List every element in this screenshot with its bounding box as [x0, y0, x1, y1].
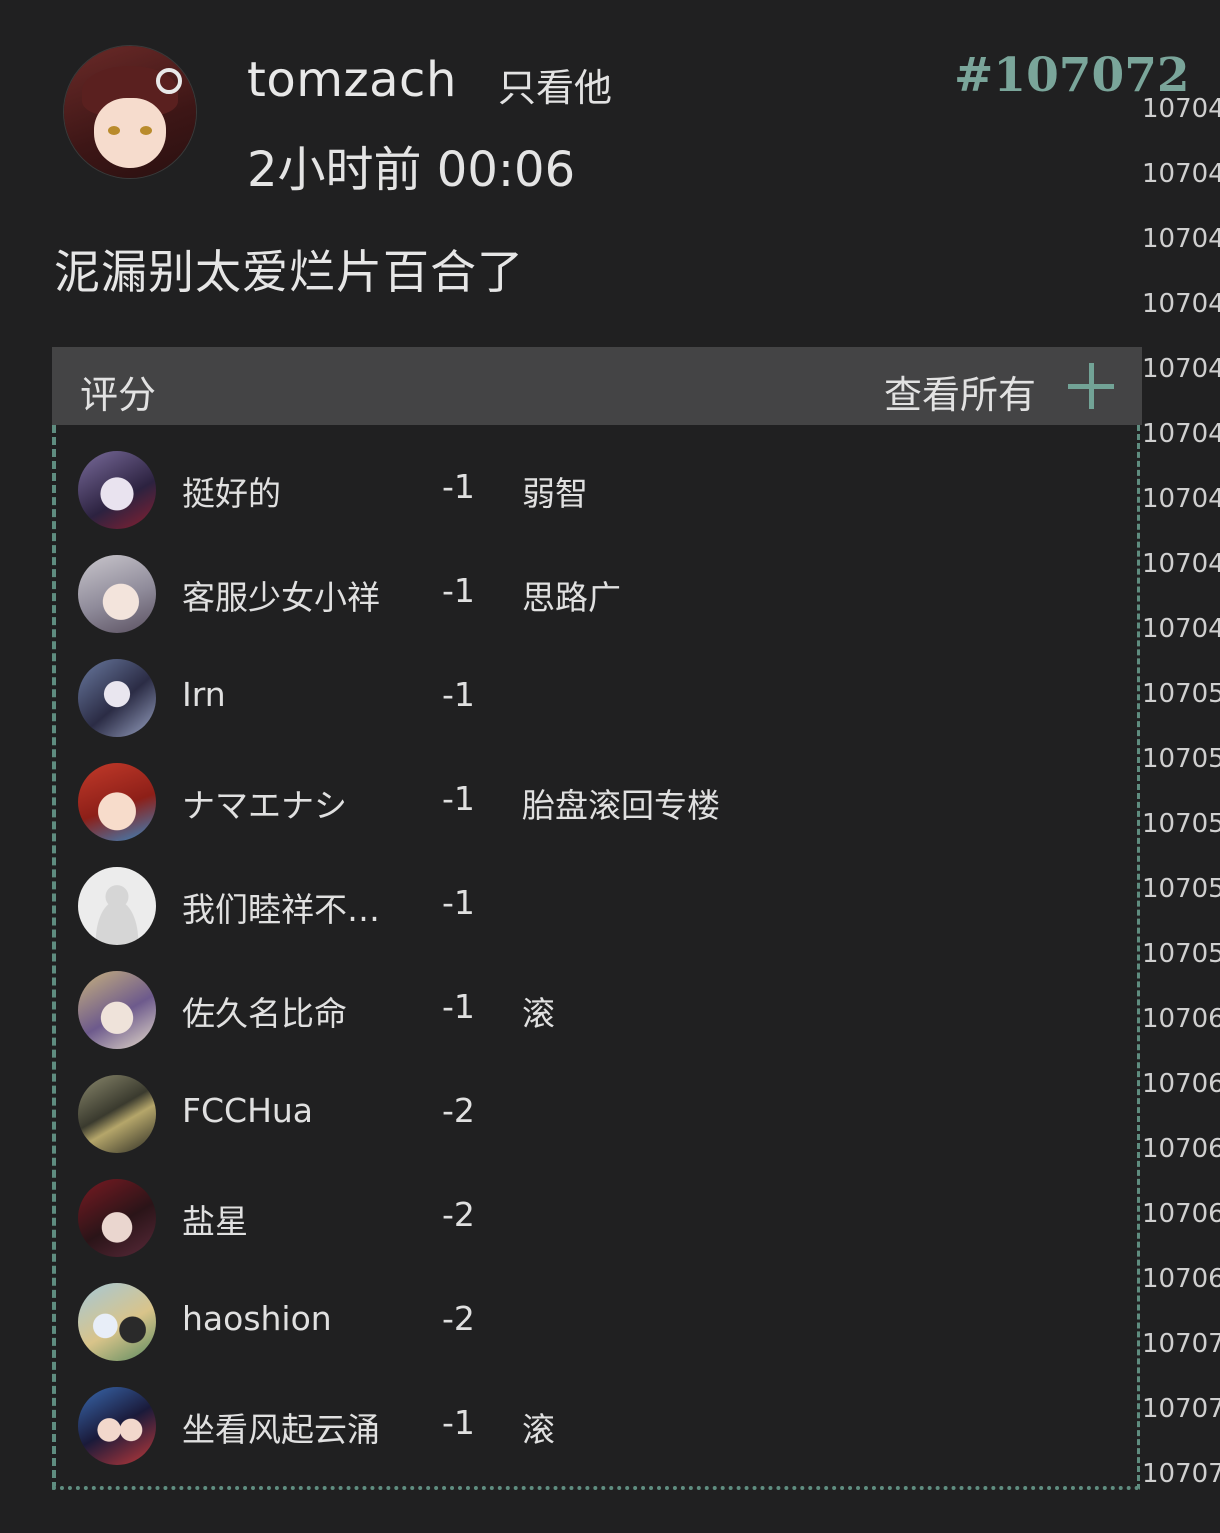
- rating-row: 挺好的 -1 弱智: [78, 451, 978, 531]
- rating-score: -1: [442, 467, 475, 506]
- floor-link[interactable]: 107041: [1142, 94, 1220, 124]
- rater-name[interactable]: FCCHua: [182, 1091, 313, 1130]
- rating-row: 我们睦祥不… -1: [78, 867, 978, 947]
- rater-name[interactable]: 佐久名比命: [182, 987, 347, 1035]
- rating-reason: 胎盘滚回专楼: [522, 786, 720, 825]
- view-all-ratings-link[interactable]: 查看所有: [884, 364, 1036, 419]
- rater-name[interactable]: ナマエナシ: [182, 779, 347, 827]
- rating-score: -1: [442, 675, 475, 714]
- floor-link[interactable]: 107072: [1142, 1394, 1220, 1424]
- author-name[interactable]: tomzach: [247, 52, 457, 108]
- floor-link[interactable]: 107066: [1142, 1199, 1220, 1229]
- floor-link[interactable]: 107043: [1142, 224, 1220, 254]
- floor-link[interactable]: 107045: [1142, 354, 1220, 384]
- rater-name[interactable]: 我们睦祥不…: [182, 883, 380, 931]
- rating-row: haoshion -2: [78, 1283, 978, 1363]
- rater-name[interactable]: haoshion: [182, 1299, 332, 1338]
- floor-index-list: 107041 107042 107043 107044 107045 107046 1070…: [1140, 0, 1220, 1533]
- rating-row: ナマエナシ -1 胎盘滚回专楼: [78, 763, 978, 843]
- rater-avatar[interactable]: [78, 1075, 156, 1153]
- rating-header: 评分 查看所有: [52, 347, 1142, 425]
- floor-link[interactable]: 107068: [1142, 1264, 1220, 1294]
- rater-avatar[interactable]: [78, 555, 156, 633]
- floor-link[interactable]: 107049: [1142, 614, 1220, 644]
- floor-link[interactable]: 107070: [1142, 1329, 1220, 1359]
- rating-score: -2: [442, 1299, 475, 1338]
- author-avatar[interactable]: [64, 46, 196, 178]
- rater-name[interactable]: 客服少女小祥: [182, 571, 380, 619]
- floor-link[interactable]: 107050: [1142, 679, 1220, 709]
- rater-name[interactable]: 挺好的: [182, 467, 281, 515]
- rating-reason: 思路广: [522, 578, 621, 617]
- rating-row: 盐星 -2: [78, 1179, 978, 1259]
- rater-avatar[interactable]: [78, 1387, 156, 1465]
- rating-score: -1: [442, 1403, 475, 1442]
- rating-row: 客服少女小祥 -1 思路广: [78, 555, 978, 635]
- rating-score: -1: [442, 779, 475, 818]
- rater-avatar[interactable]: [78, 1283, 156, 1361]
- rating-title: 评分: [80, 373, 157, 417]
- floor-link[interactable]: 107046: [1142, 419, 1220, 449]
- floor-link[interactable]: 107062: [1142, 1069, 1220, 1099]
- floor-link[interactable]: 107056: [1142, 874, 1220, 904]
- thread-page: tomzach 只看他 2小时前 00:06 #107072 泥漏别太爱烂片百合…: [0, 0, 1220, 1533]
- rating-row: Irn -1: [78, 659, 978, 739]
- rater-avatar[interactable]: [78, 763, 156, 841]
- floor-link[interactable]: 107044: [1142, 289, 1220, 319]
- rating-row: 佐久名比命 -1 滚: [78, 971, 978, 1051]
- floor-link[interactable]: 107064: [1142, 1134, 1220, 1164]
- rater-avatar[interactable]: [78, 659, 156, 737]
- floor-link[interactable]: 107048: [1142, 549, 1220, 579]
- rater-name[interactable]: Irn: [182, 675, 226, 714]
- rating-reason: 弱智: [522, 474, 588, 513]
- floor-link[interactable]: 107047: [1142, 484, 1220, 514]
- floor-link[interactable]: 107060: [1142, 1004, 1220, 1034]
- rating-row: FCCHua -2: [78, 1075, 978, 1155]
- only-him-button[interactable]: 只看他: [498, 57, 612, 112]
- plus-icon[interactable]: [1068, 363, 1114, 409]
- rating-score: -1: [442, 987, 475, 1026]
- rater-name[interactable]: 坐看风起云涌: [182, 1403, 380, 1451]
- rating-reason: 滚: [522, 994, 555, 1033]
- rating-score: -2: [442, 1091, 475, 1130]
- floor-link[interactable]: 107054: [1142, 809, 1220, 839]
- floor-link[interactable]: 107042: [1142, 159, 1220, 189]
- rater-name[interactable]: 盐星: [182, 1195, 248, 1243]
- rater-avatar[interactable]: [78, 1179, 156, 1257]
- rating-reason: 滚: [522, 1410, 555, 1449]
- rating-row: 坐看风起云涌 -1 滚: [78, 1387, 978, 1467]
- rating-score: -2: [442, 1195, 475, 1234]
- floor-link[interactable]: 107058: [1142, 939, 1220, 969]
- floor-link[interactable]: 107052: [1142, 744, 1220, 774]
- rating-score: -1: [442, 883, 475, 922]
- rating-score: -1: [442, 571, 475, 610]
- floor-link[interactable]: 107074: [1142, 1459, 1220, 1489]
- post-content: 泥漏别太爱烂片百合了: [54, 245, 524, 299]
- rater-avatar[interactable]: [78, 971, 156, 1049]
- rater-avatar[interactable]: [78, 867, 156, 945]
- rater-avatar[interactable]: [78, 451, 156, 529]
- post-time: 2小时前 00:06: [247, 142, 576, 198]
